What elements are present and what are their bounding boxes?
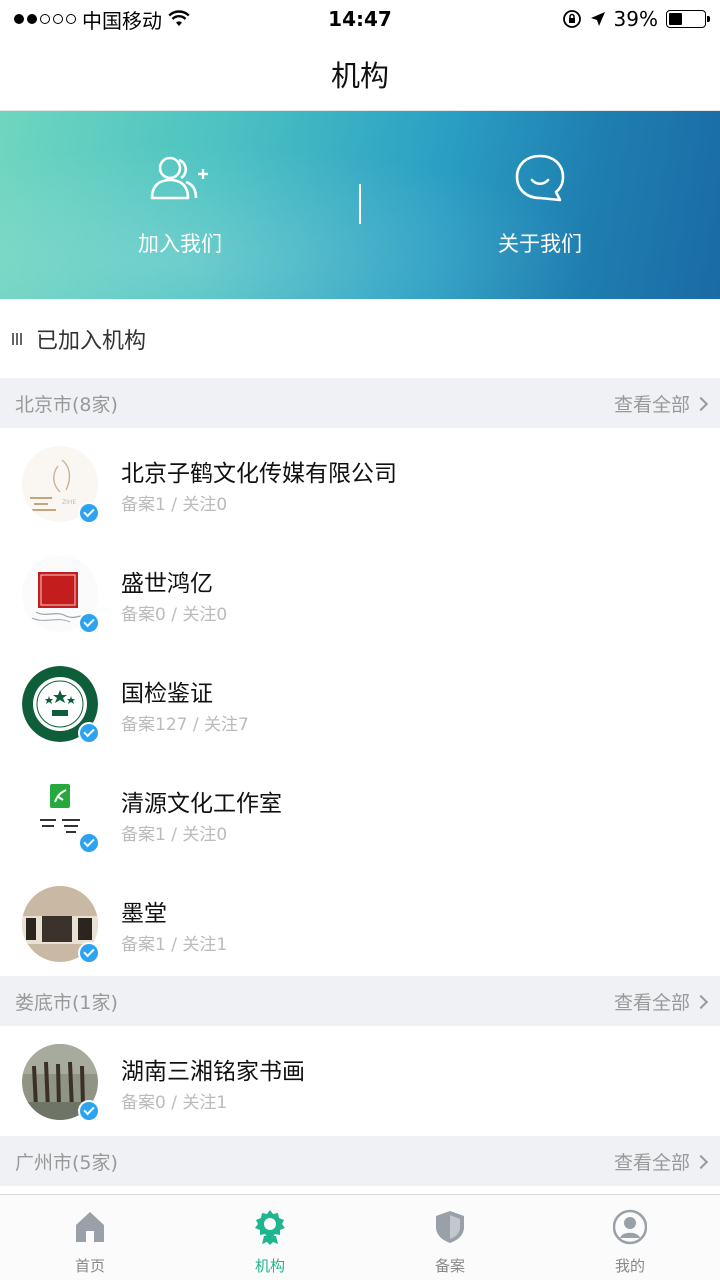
tab-filing[interactable]: 备案: [360, 1195, 540, 1280]
view-all-button[interactable]: 查看全部: [613, 988, 709, 1015]
city-group-header: 广州市(5家) 查看全部: [0, 1136, 720, 1186]
wifi-icon: [168, 10, 190, 26]
tab-label: 机构: [254, 1257, 285, 1275]
verified-badge-icon: [78, 832, 100, 854]
tab-profile[interactable]: 我的: [540, 1195, 720, 1280]
section-title: 已加入机构: [36, 328, 147, 354]
org-stats: 备案0 / 关注1: [121, 1093, 228, 1113]
list-item[interactable]: 清源文化工作室 备案1 / 关注0: [0, 758, 720, 868]
org-stats: 备案1 / 关注0: [121, 495, 228, 515]
chat-bubble-icon: [515, 154, 565, 202]
profile-icon: [613, 1209, 647, 1245]
tab-label: 备案: [434, 1257, 465, 1275]
org-name: 国检鉴证: [121, 681, 213, 707]
about-us-label: 关于我们: [498, 232, 582, 256]
list-item[interactable]: 盛世鸿亿 备案0 / 关注0: [0, 538, 720, 648]
signal-icon: [14, 14, 76, 24]
shield-icon: [436, 1211, 464, 1243]
rotation-lock-icon: [562, 10, 581, 28]
org-stats: 备案1 / 关注0: [121, 825, 228, 845]
view-all-label: 查看全部: [613, 991, 690, 1014]
chevron-right-icon: [693, 994, 709, 1009]
chevron-right-icon: [693, 396, 709, 411]
tab-label: 我的: [614, 1257, 645, 1275]
org-name: 湖南三湘铭家书画: [121, 1059, 305, 1085]
status-bar: 中国移动 14:47 39%: [0, 0, 720, 38]
verified-badge-icon: [78, 1100, 100, 1122]
org-name: 清源文化工作室: [121, 791, 282, 817]
city-group-header: 北京市(8家) 查看全部: [0, 378, 720, 428]
svg-text:ZIHE: ZIHE: [62, 499, 76, 506]
banner: 加入我们 关于我们: [0, 111, 720, 299]
battery-percent: 39%: [613, 7, 658, 31]
list-item[interactable]: 墨堂 备案1 / 关注1: [0, 868, 720, 978]
city-name: 娄底市(1家): [15, 991, 118, 1014]
join-us-label: 加入我们: [138, 232, 222, 256]
chevron-right-icon: [693, 1154, 709, 1169]
city-group-header: 娄底市(1家) 查看全部: [0, 976, 720, 1026]
home-icon: [76, 1212, 104, 1242]
view-all-button[interactable]: 查看全部: [613, 390, 709, 417]
view-all-button[interactable]: 查看全部: [613, 1148, 709, 1175]
org-stats: 备案127 / 关注7: [121, 715, 249, 735]
about-us-button[interactable]: 关于我们: [360, 111, 720, 299]
org-name: 北京子鹤文化传媒有限公司: [121, 461, 397, 487]
verified-badge-icon: [78, 612, 100, 634]
nav-bar: 机构: [0, 38, 720, 111]
carrier-label: 中国移动: [82, 8, 162, 33]
org-name: 盛世鸿亿: [121, 571, 213, 597]
verified-badge-icon: [78, 722, 100, 744]
city-name: 北京市(8家): [15, 393, 118, 416]
view-all-label: 查看全部: [613, 1151, 690, 1174]
org-stats: 备案1 / 关注1: [121, 935, 228, 955]
org-name: 墨堂: [121, 901, 167, 927]
tab-bar: 首页 机构 备案 我的: [0, 1194, 720, 1280]
tab-label: 首页: [74, 1257, 105, 1275]
page-title: 机构: [330, 59, 389, 93]
org-stats: 备案0 / 关注0: [121, 605, 228, 625]
battery-icon: [666, 10, 710, 28]
list-item[interactable]: ZIHE 北京子鹤文化传媒有限公司 备案1 / 关注0: [0, 428, 720, 538]
tab-home[interactable]: 首页: [0, 1195, 180, 1280]
city-name: 广州市(5家): [15, 1151, 118, 1174]
join-us-button[interactable]: 加入我们: [0, 111, 360, 299]
verified-badge-icon: [78, 942, 100, 964]
battery-level: [669, 13, 683, 25]
list-item[interactable]: 湖南三湘铭家书画 备案0 / 关注1: [0, 1026, 720, 1136]
verified-badge-icon: [78, 502, 100, 524]
joined-institutions-header: 已加入机构: [0, 299, 720, 378]
view-all-label: 查看全部: [613, 393, 690, 416]
status-time: 14:47: [328, 7, 392, 31]
institution-icon: [255, 1210, 285, 1245]
bars-icon: [12, 332, 22, 345]
tab-institution[interactable]: 机构: [180, 1195, 360, 1280]
location-arrow-icon: [590, 12, 605, 26]
list-item[interactable]: 国检鉴证 备案127 / 关注7: [0, 648, 720, 758]
add-user-icon: [150, 156, 208, 200]
